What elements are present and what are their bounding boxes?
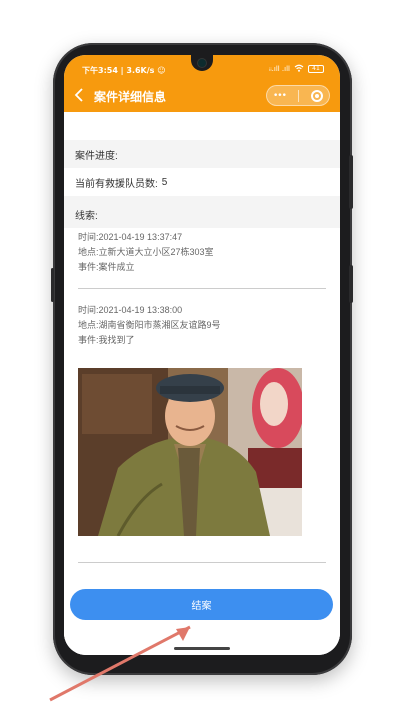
progress-heading: 案件进度: — [64, 140, 340, 168]
clue-time-row: 时间:2021-04-19 13:37:47 — [78, 230, 328, 245]
clue-time: 2021-04-19 13:37:47 — [98, 232, 183, 242]
clue-divider — [78, 288, 326, 289]
annotation-arrow-icon — [49, 625, 191, 702]
clue-place-label: 地点: — [78, 247, 99, 257]
rescuer-count-label: 当前有救援队员数: — [75, 178, 158, 190]
clue-event-label: 事件: — [78, 335, 99, 345]
clue-time-row: 时间:2021-04-19 13:38:00 — [78, 303, 328, 318]
clue-time-label: 时间: — [78, 232, 99, 242]
clue-time: 2021-04-19 13:38:00 — [98, 305, 183, 315]
clue-photo[interactable] — [78, 368, 302, 536]
clue-place-label: 地点: — [78, 320, 99, 330]
clue-place-row: 地点:立新大道大立小区27栋303室 — [78, 245, 328, 260]
rescuer-count-row: 当前有救援队员数: 5 — [64, 168, 340, 196]
wifi-icon — [294, 64, 304, 74]
clue-place-row: 地点:湖南省衡阳市蒸湘区友谊路9号 — [78, 318, 328, 333]
blank-top-row — [64, 112, 340, 140]
more-options-icon[interactable]: ••• — [273, 91, 287, 101]
clue-event-row: 事件:我找到了 — [78, 333, 328, 348]
page-title: 案件详细信息 — [94, 89, 167, 104]
page: 下午3:54 | 3.6K/s ☺ ᵢᵢ.ıll .ıll 41 案件详细信息 … — [0, 0, 404, 714]
clue-event-label: 事件: — [78, 262, 99, 272]
clue-item-2: 时间:2021-04-19 13:38:00 地点:湖南省衡阳市蒸湘区友谊路9号… — [78, 303, 328, 348]
power-button — [349, 265, 353, 303]
mini-program-capsule: ••• — [266, 85, 330, 106]
clue-divider — [78, 562, 326, 563]
clue-time-label: 时间: — [78, 305, 99, 315]
clue-place: 立新大道大立小区27栋303室 — [98, 247, 214, 257]
chevron-left-icon[interactable] — [74, 87, 94, 105]
status-icons: ᵢᵢ.ıll .ıll 41 — [269, 64, 324, 74]
clue-event-row: 事件:案件成立 — [78, 260, 328, 275]
signal-icon: ᵢᵢ.ıll .ıll — [269, 65, 290, 73]
nav-bar: 案件详细信息 ••• — [64, 83, 340, 109]
status-time: 下午3:54 | 3.6K/s ☺ — [82, 66, 166, 75]
clue-place: 湖南省衡阳市蒸湘区友谊路9号 — [98, 320, 221, 330]
clue-event: 案件成立 — [98, 262, 135, 272]
rescuer-count-value: 5 — [161, 176, 168, 188]
clues-heading: 线索: — [64, 200, 340, 228]
battery-icon: 41 — [308, 65, 324, 73]
capsule-divider — [297, 89, 299, 102]
clue-event: 我找到了 — [98, 335, 135, 345]
volume-button — [349, 155, 353, 209]
clue-item-1: 时间:2021-04-19 13:37:47 地点:立新大道大立小区27栋303… — [78, 230, 328, 275]
phone-screen: 下午3:54 | 3.6K/s ☺ ᵢᵢ.ıll .ıll 41 案件详细信息 … — [64, 55, 340, 655]
camera-icon — [197, 58, 207, 68]
content-area: 案件进度: 当前有救援队员数: 5 线索: 时间:2021-04-19 13:3… — [64, 112, 340, 655]
side-button-left — [51, 268, 54, 302]
target-circle-icon[interactable] — [310, 89, 323, 102]
